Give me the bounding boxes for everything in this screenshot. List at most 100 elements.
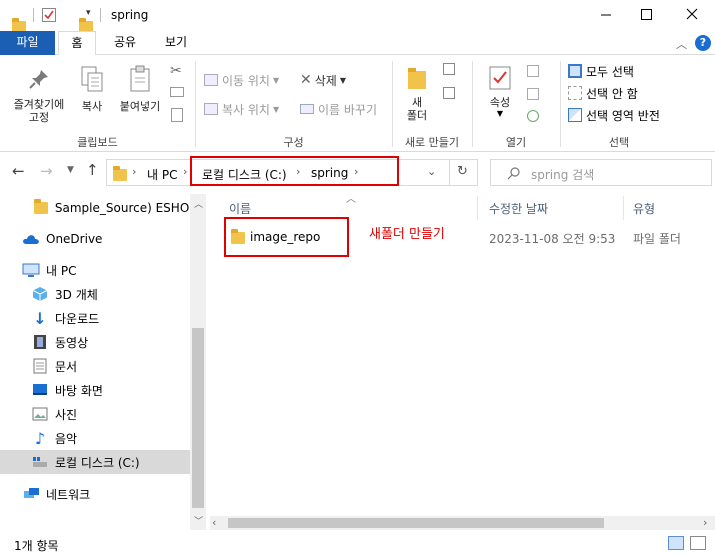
- drive-icon: [31, 454, 49, 470]
- tab-home[interactable]: 홈: [58, 31, 96, 56]
- address-dropdown-icon[interactable]: ⌄: [427, 165, 436, 178]
- download-icon: ↓: [33, 308, 47, 328]
- nav-item-network[interactable]: 네트워크: [0, 482, 190, 506]
- nav-item-label: 음악: [55, 431, 78, 446]
- column-header-modified[interactable]: 수정한 날짜: [489, 200, 548, 217]
- ribbon-tab-bar: 파일 홈 공유 보기 ︿ ?: [0, 31, 715, 56]
- column-header-name[interactable]: 이름: [229, 200, 251, 217]
- select-all-button[interactable]: 모두 선택: [568, 62, 634, 80]
- hscrollbar-thumb[interactable]: [228, 518, 604, 528]
- back-arrow-icon[interactable]: ←: [12, 162, 25, 180]
- organize-group-label: 구성: [283, 136, 304, 149]
- nav-item-eshop[interactable]: Sample_Source) ESHOP 7: [0, 196, 190, 220]
- delete-button[interactable]: ✕ 삭제 ▼: [300, 71, 346, 89]
- file-list-hscrollbar[interactable]: ‹ ›: [210, 516, 715, 530]
- document-icon: [31, 358, 49, 374]
- select-all-label: 모두 선택: [586, 64, 634, 79]
- forward-arrow-icon[interactable]: →: [40, 162, 53, 180]
- nav-item-downloads[interactable]: ↓ 다운로드: [0, 306, 190, 330]
- nav-item-onedrive[interactable]: OneDrive: [0, 227, 190, 251]
- tab-view-label: 보기: [164, 35, 188, 49]
- file-modified: 2023-11-08 오전 9:53: [489, 232, 616, 246]
- nav-scrollbar-thumb[interactable]: [192, 328, 204, 508]
- nav-item-label: 문서: [55, 359, 78, 374]
- scroll-right-icon[interactable]: ›: [703, 516, 707, 529]
- pin-to-quick-access-button[interactable]: 즐겨찾기에 고정: [4, 65, 74, 127]
- details-view-icon[interactable]: [668, 536, 684, 550]
- open-icon[interactable]: [527, 65, 539, 77]
- copy-icon: [81, 66, 103, 92]
- recent-locations-icon[interactable]: ▼: [67, 165, 74, 175]
- new-folder-icon: [408, 68, 426, 89]
- copy-path-icon[interactable]: [170, 87, 184, 97]
- nav-item-label: 동영상: [55, 335, 89, 350]
- search-box[interactable]: spring 검색: [490, 159, 712, 186]
- new-folder-highlight-box: [224, 217, 349, 257]
- paste-shortcut-icon[interactable]: [171, 108, 183, 122]
- tab-view[interactable]: 보기: [160, 31, 192, 55]
- move-to-button[interactable]: 이동 위치 ▼: [204, 71, 279, 89]
- delete-label: 삭제: [314, 73, 337, 88]
- history-icon[interactable]: [527, 110, 539, 122]
- copy-to-button[interactable]: 복사 위치 ▼: [204, 100, 279, 118]
- nav-item-label: OneDrive: [46, 232, 103, 246]
- sort-ascending-icon: ︿: [346, 194, 356, 205]
- tab-share[interactable]: 공유: [109, 31, 141, 55]
- film-icon: [31, 334, 49, 350]
- select-none-button[interactable]: 선택 안 함: [568, 84, 638, 102]
- nav-item-videos[interactable]: 동영상: [0, 330, 190, 354]
- new-group-label: 새로 만들기: [404, 136, 460, 149]
- large-icons-view-icon[interactable]: [690, 536, 706, 550]
- copy-button[interactable]: 복사: [75, 65, 109, 127]
- close-button[interactable]: [682, 4, 702, 24]
- invert-selection-icon: [568, 108, 582, 122]
- new-folder-button[interactable]: 새 폴더: [400, 65, 434, 129]
- clipboard-group-label: 클립보드: [77, 136, 118, 149]
- select-none-icon: [568, 86, 582, 100]
- rename-button[interactable]: 이름 바꾸기: [300, 100, 377, 118]
- nav-item-pictures[interactable]: 사진: [0, 402, 190, 426]
- nav-item-desktop[interactable]: 바탕 화면: [0, 378, 190, 402]
- tab-file[interactable]: 파일: [0, 31, 55, 55]
- nav-item-this-pc[interactable]: 내 PC: [0, 258, 190, 282]
- cut-icon[interactable]: ✂: [170, 63, 182, 79]
- path-highlight-box: [190, 156, 399, 186]
- column-header-type[interactable]: 유형: [633, 200, 655, 217]
- properties-button[interactable]: 속성 ▼: [482, 65, 518, 129]
- scroll-left-icon[interactable]: ‹: [212, 516, 216, 529]
- open-group-label: 열기: [505, 136, 527, 149]
- new-item-icon[interactable]: [443, 63, 455, 75]
- nav-item-music[interactable]: ♪ 음악: [0, 426, 190, 450]
- customize-quick-access-icon[interactable]: ▾: [86, 8, 91, 18]
- new-folder-label-2: 폴더: [406, 109, 428, 122]
- cloud-icon: [22, 231, 40, 247]
- up-arrow-icon[interactable]: ↑: [86, 161, 99, 179]
- column-divider: [477, 196, 478, 220]
- properties-icon: [489, 66, 511, 90]
- properties-check-icon[interactable]: [42, 8, 56, 22]
- status-bar: 1개 항목: [0, 530, 715, 557]
- refresh-icon[interactable]: ↻: [457, 164, 468, 179]
- invert-selection-button[interactable]: 선택 영역 반전: [568, 106, 660, 124]
- cube-icon: [31, 286, 49, 302]
- maximize-button[interactable]: [636, 4, 656, 24]
- scroll-down-icon[interactable]: ﹀: [194, 514, 203, 527]
- edit-icon[interactable]: [527, 88, 539, 100]
- nav-item-local-disk[interactable]: 로컬 디스크 (C:): [0, 450, 190, 474]
- help-icon[interactable]: ?: [695, 35, 711, 51]
- nav-scrollbar[interactable]: ︿ ﹀: [190, 194, 206, 530]
- nav-item-label: 바탕 화면: [55, 383, 103, 398]
- divider: [449, 160, 450, 185]
- minimize-button[interactable]: [596, 4, 616, 24]
- easy-access-icon[interactable]: [443, 87, 455, 99]
- nav-item-3d-objects[interactable]: 3D 개체: [0, 282, 190, 306]
- nav-item-documents[interactable]: 문서: [0, 354, 190, 378]
- scroll-up-icon[interactable]: ︿: [194, 197, 203, 210]
- breadcrumb-this-pc[interactable]: 내 PC: [147, 166, 177, 183]
- navigation-bar: ← → ▼ ↑ › 내 PC › 로컬 디스크 (C:) › spring › …: [0, 152, 715, 194]
- paste-button[interactable]: 붙여넣기: [113, 65, 167, 127]
- copy-to-label: 복사 위치: [222, 102, 270, 117]
- move-to-label: 이동 위치: [222, 73, 270, 88]
- pin-label-1: 즐겨찾기에: [13, 98, 65, 111]
- collapse-ribbon-icon[interactable]: ︿: [676, 36, 687, 52]
